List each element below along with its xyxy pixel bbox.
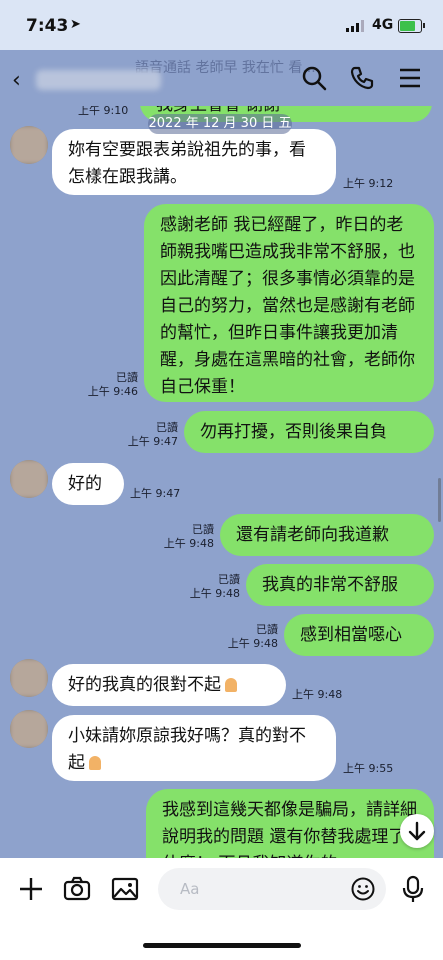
battery-level — [400, 21, 415, 31]
message-bubble-outgoing[interactable]: 我真的非常不舒服 — [246, 564, 434, 606]
message-bubble-incoming[interactable]: 小妹請妳原諒我好嗎？真的對不起 — [52, 715, 336, 781]
avatar[interactable] — [10, 126, 48, 164]
message-text: 好的我真的很對不起 — [68, 675, 221, 695]
avatar[interactable] — [10, 460, 48, 498]
message-input-placeholder: Aa — [180, 880, 200, 898]
message-text: 我真的非常不舒服 — [262, 575, 398, 595]
message-input-bar: Aa — [0, 858, 443, 960]
message-time: 上午 9:46 — [87, 385, 138, 398]
menu-icon[interactable] — [396, 64, 424, 92]
search-icon[interactable] — [300, 64, 328, 92]
network-type: 4G — [372, 17, 394, 33]
message-input[interactable]: Aa — [158, 868, 386, 910]
microphone-icon[interactable] — [398, 874, 428, 904]
emoji-smiley-icon[interactable] — [350, 876, 376, 902]
message-time: 上午 9:47 — [127, 435, 178, 448]
phone-icon[interactable] — [348, 64, 376, 92]
message-bubble-incoming[interactable]: 妳有空要跟表弟說祖先的事，看怎樣在跟我講。 — [52, 129, 336, 195]
message-bubble-incoming[interactable]: 好的 — [52, 463, 124, 505]
read-receipt: 已讀 — [192, 523, 214, 536]
chat-header: 語音通話 老師早 我在忙 看... ‹ — [0, 50, 443, 106]
message-time: 上午 9:10 — [78, 106, 129, 117]
image-icon[interactable] — [110, 874, 140, 904]
chat-area[interactable]: 我身上會會 謝謝 上午 9:10 妳有空要跟表弟說祖先的事，看怎樣在跟我講。 上… — [0, 106, 443, 858]
message-time: 上午 9:48 — [163, 537, 214, 550]
emoji-icon — [89, 756, 101, 770]
status-time: 7:43 — [26, 16, 69, 36]
avatar[interactable] — [10, 710, 48, 748]
message-time: 上午 9:47 — [130, 487, 181, 500]
scroll-to-bottom-button[interactable] — [400, 814, 434, 848]
message-text: 好的 — [68, 474, 102, 494]
message-time: 上午 9:55 — [343, 762, 394, 775]
date-separator: 2022 年 12 月 30 日 五 — [148, 114, 292, 134]
message-text: 勿再打擾，否則後果自負 — [200, 422, 387, 442]
camera-icon[interactable] — [62, 874, 92, 904]
back-chevron-icon[interactable]: ‹ — [12, 68, 21, 93]
message-time: 上午 9:48 — [292, 688, 343, 701]
message-bubble-outgoing[interactable]: 我感到這幾天都像是騙局，請詳細說明我的問題 還有你替我處理了什麼！ 而且我知道你… — [146, 789, 434, 858]
read-receipt: 已讀 — [156, 421, 178, 434]
message-text: 感到相當噁心 — [300, 625, 402, 645]
message-bubble-outgoing[interactable]: 感到相當噁心 — [284, 614, 434, 656]
read-receipt: 已讀 — [218, 573, 240, 586]
contact-name-redacted[interactable] — [36, 70, 161, 90]
chat-scrollbar[interactable] — [438, 478, 441, 522]
home-indicator[interactable] — [143, 943, 301, 948]
message-time: 上午 9:48 — [189, 587, 240, 600]
message-text: 妳有空要跟表弟說祖先的事，看怎樣在跟我講。 — [68, 140, 306, 187]
battery-icon — [398, 19, 425, 33]
location-arrow-icon: ➤ — [70, 17, 81, 32]
message-bubble-incoming[interactable]: 好的我真的很對不起 — [52, 664, 286, 706]
avatar[interactable] — [10, 659, 48, 697]
plus-icon[interactable] — [16, 874, 46, 904]
read-receipt: 已讀 — [116, 371, 138, 384]
message-bubble-outgoing[interactable]: 感謝老師 我已經醒了，昨日的老師親我嘴巴造成我非常不舒服，也因此清醒了；很多事情… — [144, 204, 434, 402]
message-time: 上午 9:48 — [227, 637, 278, 650]
arrow-down-icon — [408, 821, 426, 841]
status-bar: 7:43 ➤ 4G — [0, 0, 443, 50]
signal-icon — [346, 20, 364, 32]
message-text: 感謝老師 我已經醒了，昨日的老師親我嘴巴造成我非常不舒服，也因此清醒了；很多事情… — [160, 215, 415, 397]
message-text: 小妹請妳原諒我好嗎？真的對不起 — [68, 726, 306, 773]
message-bubble-outgoing[interactable]: 勿再打擾，否則後果自負 — [184, 411, 434, 453]
message-bubble-outgoing[interactable]: 還有請老師向我道歉 — [220, 514, 434, 556]
message-time: 上午 9:12 — [343, 177, 394, 190]
message-text: 我感到這幾天都像是騙局，請詳細說明我的問題 還有你替我處理了什麼！ 而且我知道你… — [162, 800, 417, 858]
message-text: 還有請老師向我道歉 — [236, 525, 389, 545]
emoji-icon — [225, 678, 237, 692]
read-receipt: 已讀 — [256, 623, 278, 636]
